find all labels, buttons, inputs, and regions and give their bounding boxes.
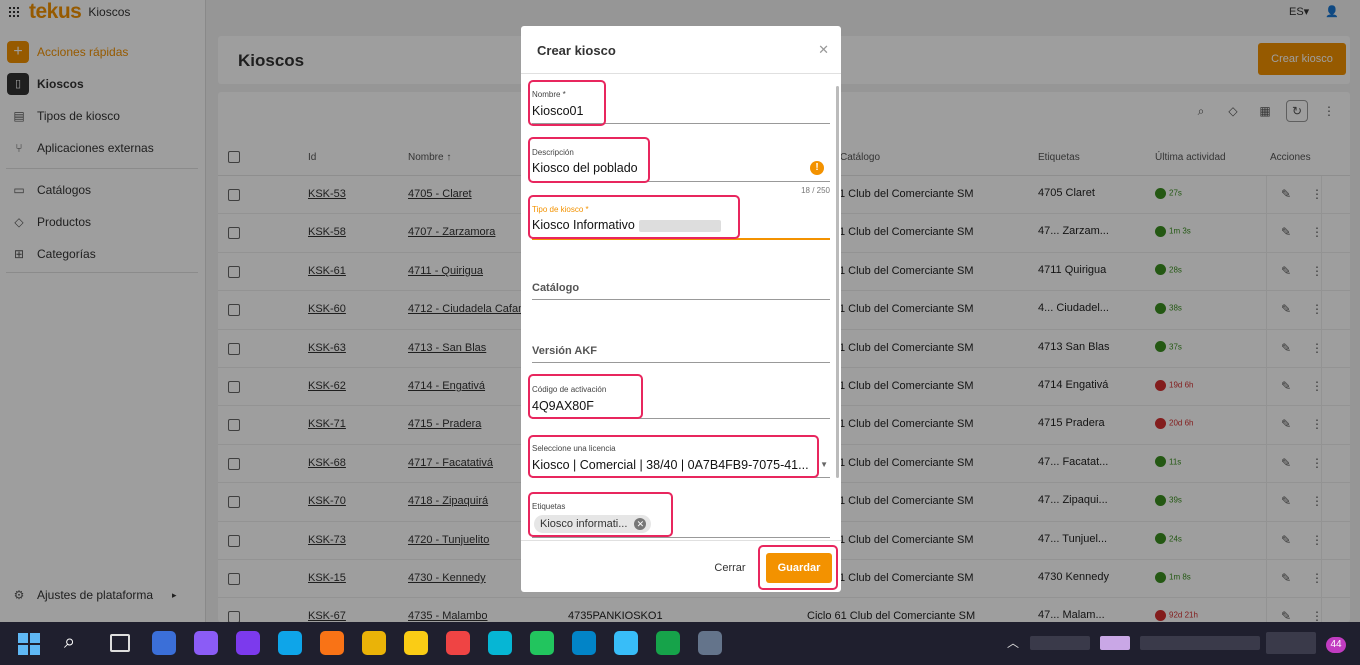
catalog-select[interactable]: Catálogo (532, 278, 830, 302)
windows-start-icon[interactable] (18, 633, 40, 655)
char-counter: 18 / 250 (801, 186, 830, 195)
taskbar-app-icon[interactable] (362, 631, 386, 655)
highlight-box (528, 435, 819, 478)
taskbar-app-icon[interactable] (236, 631, 260, 655)
create-kiosk-dialog: Crear kiosco ✕ Nombre * Kiosco01 Descrip… (521, 26, 841, 592)
highlight-box (528, 80, 606, 126)
taskbar: ⌕ ︿ (0, 622, 1360, 665)
field-underline (532, 537, 830, 538)
taskbar-app-icon[interactable] (194, 631, 218, 655)
taskbar-app-icon[interactable] (404, 631, 428, 655)
catalog-label: Catálogo (532, 282, 580, 294)
akf-label: Versión AKF (532, 345, 597, 357)
akf-version-select[interactable]: Versión AKF (532, 341, 830, 365)
dialog-header: Crear kiosco ✕ (521, 26, 841, 74)
taskbar-app-icon[interactable] (614, 631, 638, 655)
chevron-up-icon[interactable]: ︿ (1007, 634, 1019, 651)
highlight-box (528, 374, 643, 419)
dropdown-arrow-icon: ▼ (820, 460, 828, 469)
highlight-box (528, 492, 673, 537)
system-tray-icons[interactable] (1030, 636, 1090, 650)
taskbar-app-icon[interactable] (278, 631, 302, 655)
dialog-title: Crear kiosco (537, 43, 616, 58)
clock[interactable] (1266, 632, 1316, 654)
taskbar-app-icon[interactable] (656, 631, 680, 655)
field-underline (532, 362, 830, 363)
taskbar-app-icon[interactable] (698, 631, 722, 655)
notification-badge[interactable]: 44 (1326, 637, 1346, 653)
taskbar-app-icon[interactable] (152, 631, 176, 655)
taskbar-app-icon[interactable] (530, 631, 554, 655)
close-button[interactable]: Cerrar (701, 553, 759, 583)
tray-app-icon[interactable] (1100, 636, 1130, 650)
highlight-box (528, 137, 650, 183)
task-view-icon[interactable] (110, 634, 130, 652)
highlight-box (528, 195, 740, 239)
dialog-scrollbar[interactable] (836, 86, 839, 478)
warning-icon: ! (810, 161, 824, 175)
taskbar-app-icon[interactable] (488, 631, 512, 655)
close-icon[interactable]: ✕ (818, 42, 829, 58)
taskbar-app-icon[interactable] (572, 631, 596, 655)
highlight-box (758, 545, 838, 590)
search-icon[interactable]: ⌕ (64, 631, 75, 654)
field-underline (532, 299, 830, 300)
taskbar-app-icon[interactable] (320, 631, 344, 655)
taskbar-app-icon[interactable] (446, 631, 470, 655)
tray-status-icons[interactable] (1140, 636, 1260, 650)
